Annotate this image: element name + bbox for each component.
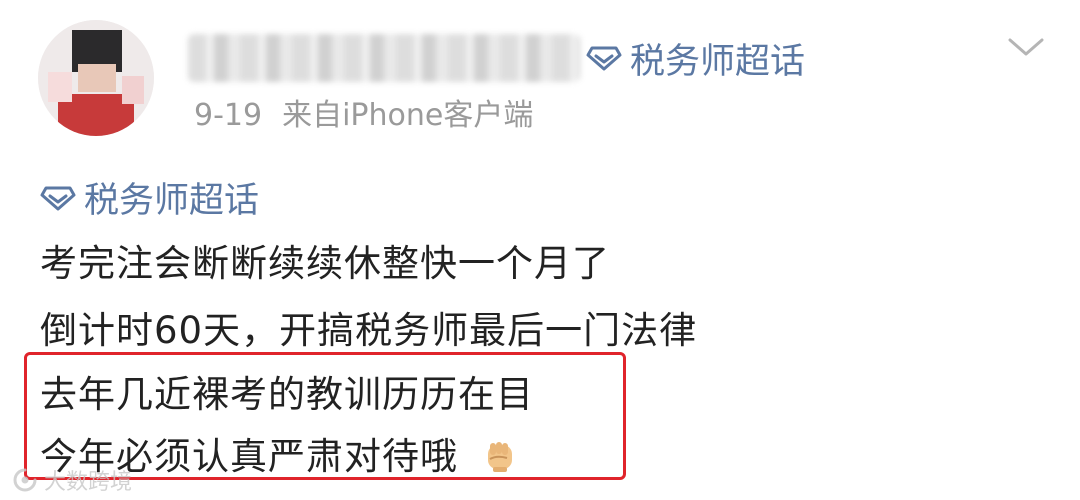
post-source: 来自iPhone客户端: [282, 98, 534, 133]
username-blurred[interactable]: [188, 34, 580, 82]
weibo-post: 税务师超话 9-19 来自iPhone客户端 税务师超话 考完注会断断续续休整快一…: [0, 0, 1080, 500]
post-text-line: 考完注会断断续续休整快一个月了: [40, 242, 610, 285]
avatar-pixel: [78, 64, 116, 92]
supertopic-header-link[interactable]: 税务师超话: [586, 32, 805, 84]
supertopic-header-label: 税务师超话: [630, 41, 806, 82]
watermark-text: 大数跨境: [44, 470, 133, 495]
post-timestamp: 9-19: [194, 98, 263, 133]
watermark-logo-icon: [13, 468, 37, 492]
avatar[interactable]: [38, 20, 154, 136]
chevron-down-icon[interactable]: [1006, 32, 1046, 62]
red-highlight-box: [24, 352, 626, 480]
topic-tag-label: 税务师超话: [84, 181, 260, 221]
watermark: 大数跨境: [12, 464, 132, 496]
post-meta: 9-19 来自iPhone客户端: [194, 90, 533, 134]
diamond-icon: [586, 46, 622, 71]
post-text-line: 倒计时60天，开搞税务师最后一门法律: [40, 309, 698, 352]
avatar-pixel: [48, 72, 72, 102]
diamond-icon: [40, 186, 76, 210]
topic-tag-link[interactable]: 税务师超话: [40, 172, 259, 223]
avatar-pixel: [122, 76, 144, 104]
